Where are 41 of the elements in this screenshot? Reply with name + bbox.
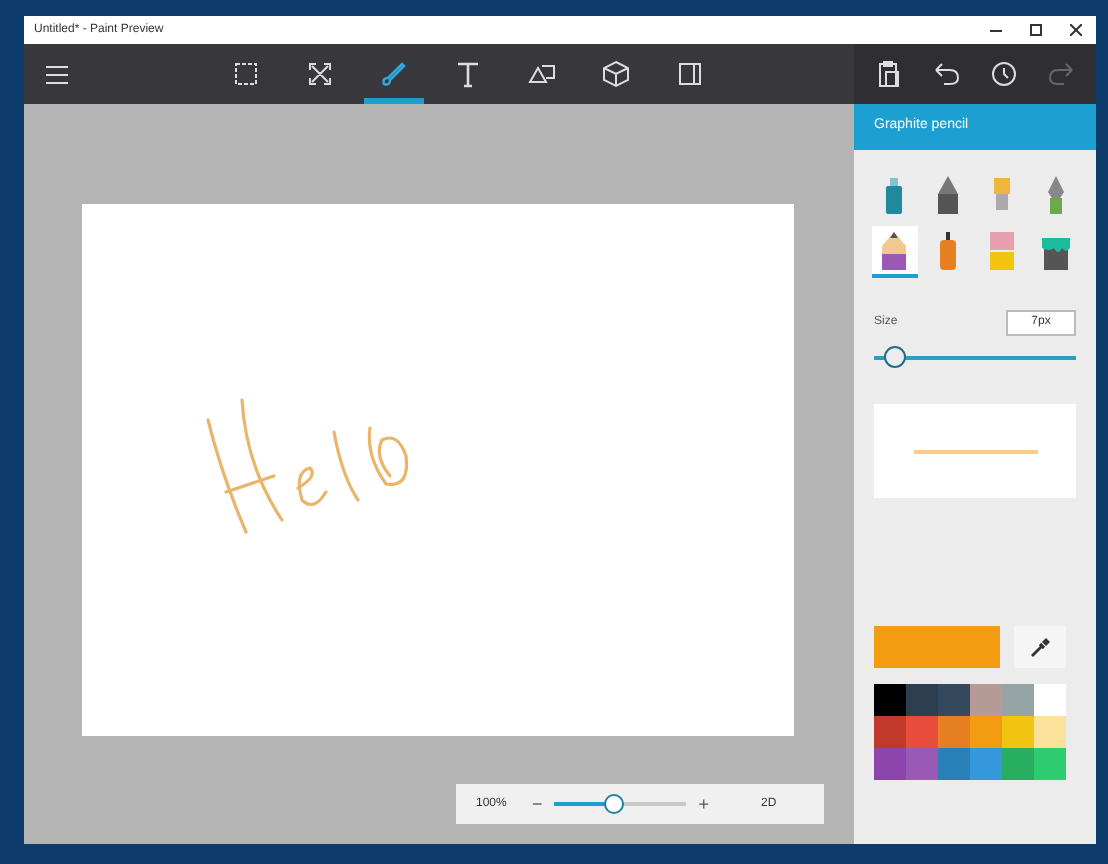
color-swatch[interactable] — [1034, 716, 1066, 748]
maximize-icon — [1030, 24, 1042, 36]
color-swatch[interactable] — [938, 684, 970, 716]
close-icon — [1070, 24, 1082, 36]
cube-icon — [600, 58, 632, 90]
color-swatch[interactable] — [970, 748, 1002, 780]
eyedropper-icon — [1030, 637, 1050, 657]
color-swatch[interactable] — [874, 716, 906, 748]
resize-icon — [304, 58, 336, 90]
undo-icon — [929, 58, 962, 90]
color-swatch[interactable] — [1002, 684, 1034, 716]
color-swatch[interactable] — [1002, 748, 1034, 780]
stroke-preview-line — [913, 449, 1037, 453]
color-swatch[interactable] — [938, 748, 970, 780]
color-swatch[interactable] — [906, 684, 938, 716]
text-icon — [452, 58, 484, 90]
color-swatch[interactable] — [874, 748, 906, 780]
brush-option[interactable] — [872, 226, 918, 278]
zoom-slider-thumb[interactable] — [603, 794, 624, 814]
color-swatch[interactable] — [970, 716, 1002, 748]
menu-icon — [45, 65, 67, 83]
redo-icon — [1046, 58, 1079, 90]
color-swatch[interactable] — [970, 684, 1002, 716]
color-swatch[interactable] — [906, 748, 938, 780]
color-swatch[interactable] — [1002, 716, 1034, 748]
color-swatch[interactable] — [874, 684, 906, 716]
color-swatch[interactable] — [906, 716, 938, 748]
minimize-icon — [990, 29, 1002, 31]
history-icon — [988, 58, 1021, 90]
current-color-swatch[interactable] — [874, 626, 1000, 668]
brush-icon — [378, 58, 410, 90]
select-icon — [230, 58, 262, 90]
canvas-icon — [674, 58, 706, 90]
zoom-out-button[interactable]: − — [532, 795, 543, 813]
color-swatch[interactable] — [1034, 748, 1066, 780]
size-slider-thumb[interactable] — [884, 346, 907, 368]
zoom-in-button[interactable]: + — [698, 795, 710, 813]
color-swatch[interactable] — [1034, 684, 1066, 716]
color-swatch[interactable] — [938, 716, 970, 748]
size-slider[interactable] — [874, 346, 1076, 368]
eyedropper-button[interactable] — [1014, 626, 1066, 668]
